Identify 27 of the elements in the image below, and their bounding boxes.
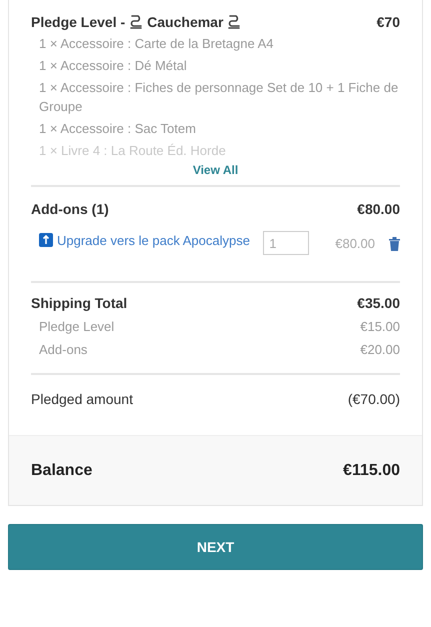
next-button[interactable]: NEXT (8, 524, 423, 570)
reward-item: 1 × Accessoire : Dé Métal (39, 57, 188, 75)
pledged-label: Pledged amount (31, 391, 133, 407)
shipping-amount: €20.00 (360, 342, 400, 357)
balance-amount: €115.00 (343, 462, 400, 480)
addons-total: €80.00 (357, 201, 400, 217)
addon-price: €80.00 (335, 235, 375, 253)
pledge-name: Cauchemar (147, 14, 224, 30)
snake-icon (129, 14, 144, 30)
addons-title: Add-ons (1) (31, 201, 109, 217)
view-all-link[interactable]: View All (192, 163, 238, 177)
shipping-amount: €15.00 (360, 319, 400, 334)
trash-icon[interactable] (389, 237, 400, 251)
shipping-total: €35.00 (357, 295, 400, 311)
shipping-label: Pledge Level (39, 319, 114, 334)
pledge-title: Pledge Level - (31, 14, 126, 30)
reward-item: 1 × Accessoire : Carte de la Bretagne A4 (39, 35, 275, 53)
shipping-label: Add-ons (39, 342, 88, 357)
pledged-amount: (€70.00) (348, 391, 400, 407)
pledge-price: €70 (376, 14, 400, 30)
quantity-field[interactable]: 1 (263, 231, 310, 255)
reward-item: 1 × Accessoire : Fiches de personnage Set de 10 + 1 Fiche de Groupe (39, 79, 400, 116)
shipping-title: Shipping Total (31, 295, 128, 311)
reward-item: 1 × Accessoire : Sac Totem (39, 120, 197, 138)
balance-label: Balance (31, 462, 92, 480)
addon-link[interactable]: Upgrade vers le pack Apocalypse (39, 231, 256, 250)
snake-icon (227, 14, 242, 30)
